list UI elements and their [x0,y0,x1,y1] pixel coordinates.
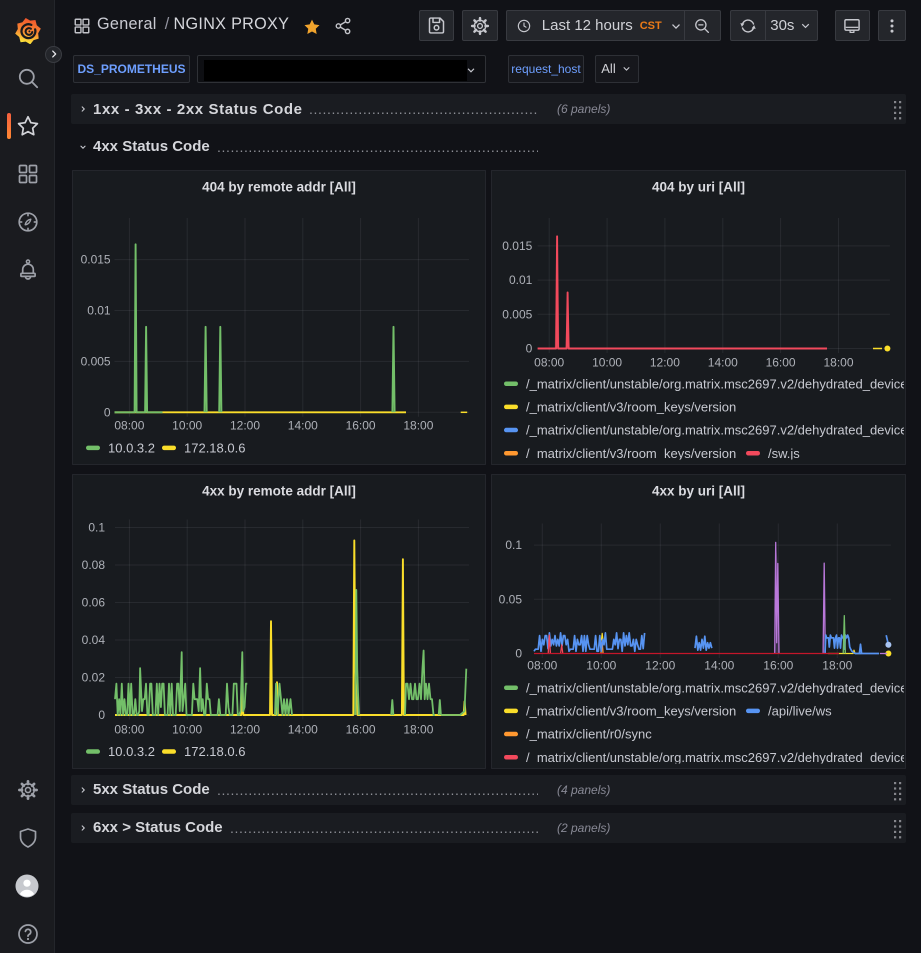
svg-text:18:00: 18:00 [403,723,433,737]
svg-text:16:00: 16:00 [763,659,793,673]
svg-text:/_matrix/client/unstable/org.m: /_matrix/client/unstable/org.matrix.msc2… [526,423,906,438]
svg-text:0.02: 0.02 [82,671,106,685]
svg-text:18:00: 18:00 [823,356,853,370]
svg-text:/_matrix/client/unstable/org.m: /_matrix/client/unstable/org.matrix.msc2… [526,680,906,695]
svg-text:0.01: 0.01 [87,304,111,318]
svg-text:/_matrix/client/r0/sync: /_matrix/client/r0/sync [526,727,652,742]
svg-text:0: 0 [515,647,522,661]
svg-text:/_matrix/client/unstable/org.m: /_matrix/client/unstable/org.matrix.msc2… [526,750,906,765]
svg-text:16:00: 16:00 [766,356,796,370]
svg-text:16:00: 16:00 [346,418,376,432]
svg-text:08:00: 08:00 [114,418,144,432]
svg-text:/_matrix/client/unstable/org.m: /_matrix/client/unstable/org.matrix.msc2… [526,376,906,391]
svg-text:18:00: 18:00 [403,418,433,432]
svg-text:0.015: 0.015 [502,239,532,253]
svg-text:14:00: 14:00 [288,723,318,737]
svg-text:0.005: 0.005 [502,307,532,321]
svg-text:/_matrix/client/v3/room_keys/v: /_matrix/client/v3/room_keys/version [526,446,736,461]
svg-text:0.01: 0.01 [509,273,533,287]
svg-text:14:00: 14:00 [704,659,734,673]
svg-text:172.18.0.6: 172.18.0.6 [184,440,245,455]
svg-text:16:00: 16:00 [346,723,376,737]
svg-text:4xx by remote addr [All]: 4xx by remote addr [All] [202,484,356,499]
svg-text:0: 0 [526,342,533,356]
svg-text:10:00: 10:00 [592,356,622,370]
svg-text:172.18.0.6: 172.18.0.6 [184,744,245,759]
svg-text:12:00: 12:00 [230,418,260,432]
svg-text:12:00: 12:00 [650,356,680,370]
svg-text:12:00: 12:00 [645,659,675,673]
svg-text:0.04: 0.04 [82,633,106,647]
svg-text:08:00: 08:00 [534,356,564,370]
svg-text:0.1: 0.1 [505,538,522,552]
svg-text:404 by uri [All]: 404 by uri [All] [652,180,745,195]
svg-text:0.1: 0.1 [88,521,105,535]
svg-text:/sw.js: /sw.js [768,446,800,461]
svg-text:0.08: 0.08 [82,558,106,572]
svg-text:14:00: 14:00 [288,418,318,432]
svg-text:0.06: 0.06 [82,596,106,610]
svg-text:/_matrix/client/v3/room_keys/v: /_matrix/client/v3/room_keys/version [526,703,736,718]
svg-text:0.005: 0.005 [81,354,111,368]
svg-text:10:00: 10:00 [172,418,202,432]
svg-text:0.015: 0.015 [81,253,111,267]
svg-text:10:00: 10:00 [172,723,202,737]
svg-text:10.0.3.2: 10.0.3.2 [108,744,155,759]
svg-text:404 by remote addr [All]: 404 by remote addr [All] [202,180,356,195]
svg-text:/api/live/ws: /api/live/ws [768,703,832,718]
svg-text:/_matrix/client/v3/room_keys/v: /_matrix/client/v3/room_keys/version [526,399,736,414]
svg-text:0.05: 0.05 [499,592,523,606]
svg-text:14:00: 14:00 [708,356,738,370]
svg-text:10:00: 10:00 [586,659,616,673]
svg-text:4xx by uri [All]: 4xx by uri [All] [652,484,745,499]
svg-text:0: 0 [104,405,111,419]
svg-text:18:00: 18:00 [822,659,852,673]
svg-text:0: 0 [98,708,105,722]
svg-text:08:00: 08:00 [527,659,557,673]
svg-text:12:00: 12:00 [230,723,260,737]
svg-text:08:00: 08:00 [114,723,144,737]
svg-text:10.0.3.2: 10.0.3.2 [108,440,155,455]
